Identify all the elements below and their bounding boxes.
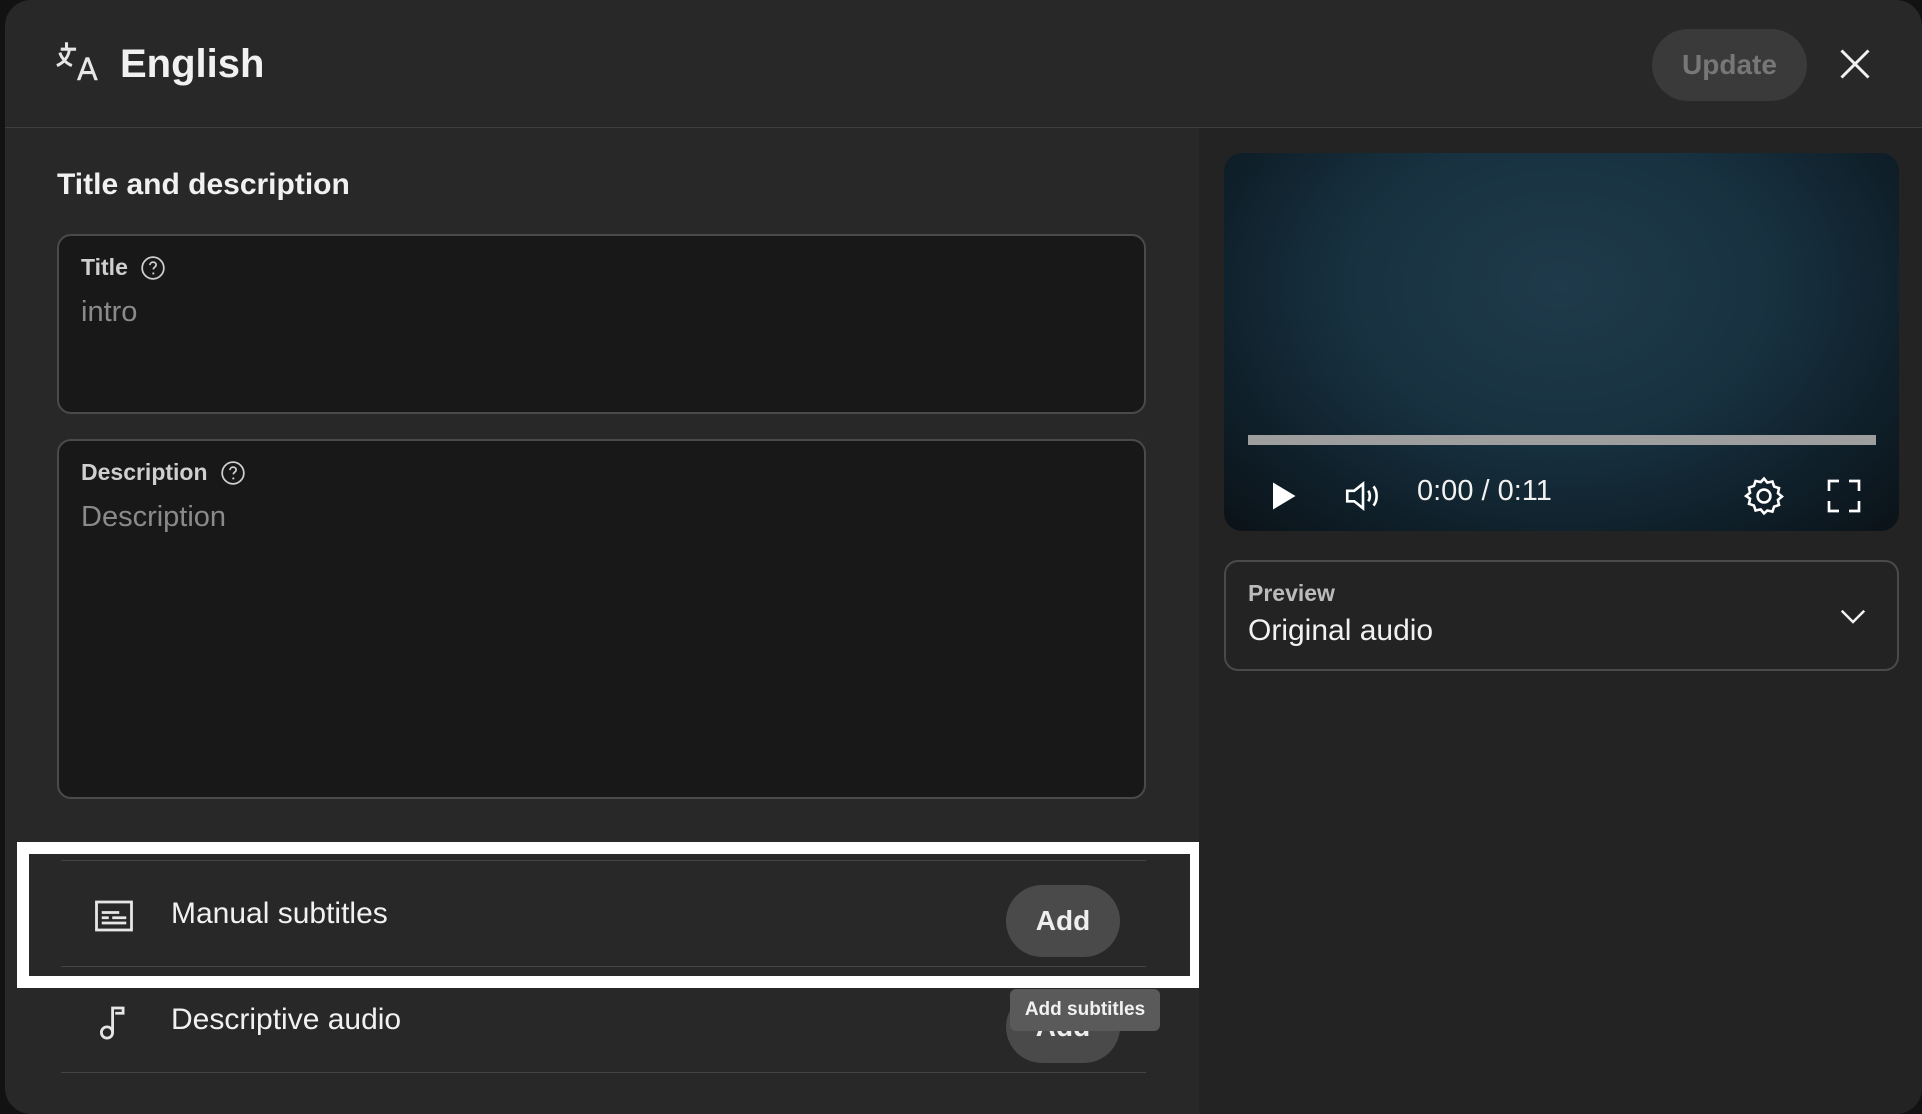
dialog-title: English — [120, 42, 265, 86]
music-note-icon — [100, 1006, 125, 1040]
row-divider — [61, 1072, 1146, 1074]
details-pane: Title and description Title intro Descri… — [5, 128, 1199, 1114]
time-display: 0:00 / 0:11 — [1417, 475, 1552, 507]
play-icon[interactable] — [1264, 471, 1300, 521]
preview-select[interactable]: Preview Original audio — [1224, 560, 1899, 671]
tooltip: Add subtitles — [1010, 989, 1160, 1031]
update-button[interactable]: Update — [1652, 29, 1807, 101]
video-player[interactable]: 0:00 / 0:11 — [1224, 153, 1899, 531]
descriptive-audio-row: Descriptive audio Add — [61, 966, 1146, 1073]
preview-pane: 0:00 / 0:11 Preview Original audio — [1199, 128, 1922, 1114]
help-circle-icon[interactable] — [140, 255, 166, 281]
preview-label: Preview — [1248, 580, 1335, 606]
description-input[interactable]: Description — [81, 501, 226, 534]
descriptive-audio-label: Descriptive audio — [171, 1003, 402, 1036]
close-icon[interactable] — [1837, 46, 1873, 82]
subtitles-icon — [95, 900, 133, 932]
translate-icon — [56, 42, 98, 81]
translation-dialog: English Update Title and description Tit… — [5, 0, 1922, 1114]
title-label: Title — [81, 254, 166, 281]
description-label: Description — [81, 459, 246, 486]
manual-subtitles-row: Manual subtitles Add — [61, 860, 1146, 967]
manual-subtitles-label: Manual subtitles — [171, 897, 388, 930]
section-title: Title and description — [57, 168, 350, 201]
volume-icon[interactable] — [1342, 471, 1384, 521]
progress-bar[interactable] — [1248, 435, 1876, 445]
gear-icon[interactable] — [1742, 471, 1786, 521]
chevron-down-icon — [1840, 609, 1866, 624]
add-subtitles-button[interactable]: Add — [1006, 885, 1120, 957]
preview-value: Original audio — [1248, 614, 1434, 647]
help-circle-icon[interactable] — [220, 460, 246, 486]
title-input[interactable]: intro — [81, 296, 137, 329]
description-field[interactable]: Description Description — [57, 439, 1146, 799]
fullscreen-icon[interactable] — [1824, 471, 1864, 521]
title-field[interactable]: Title intro — [57, 234, 1146, 414]
dialog-header: English Update — [5, 0, 1922, 128]
